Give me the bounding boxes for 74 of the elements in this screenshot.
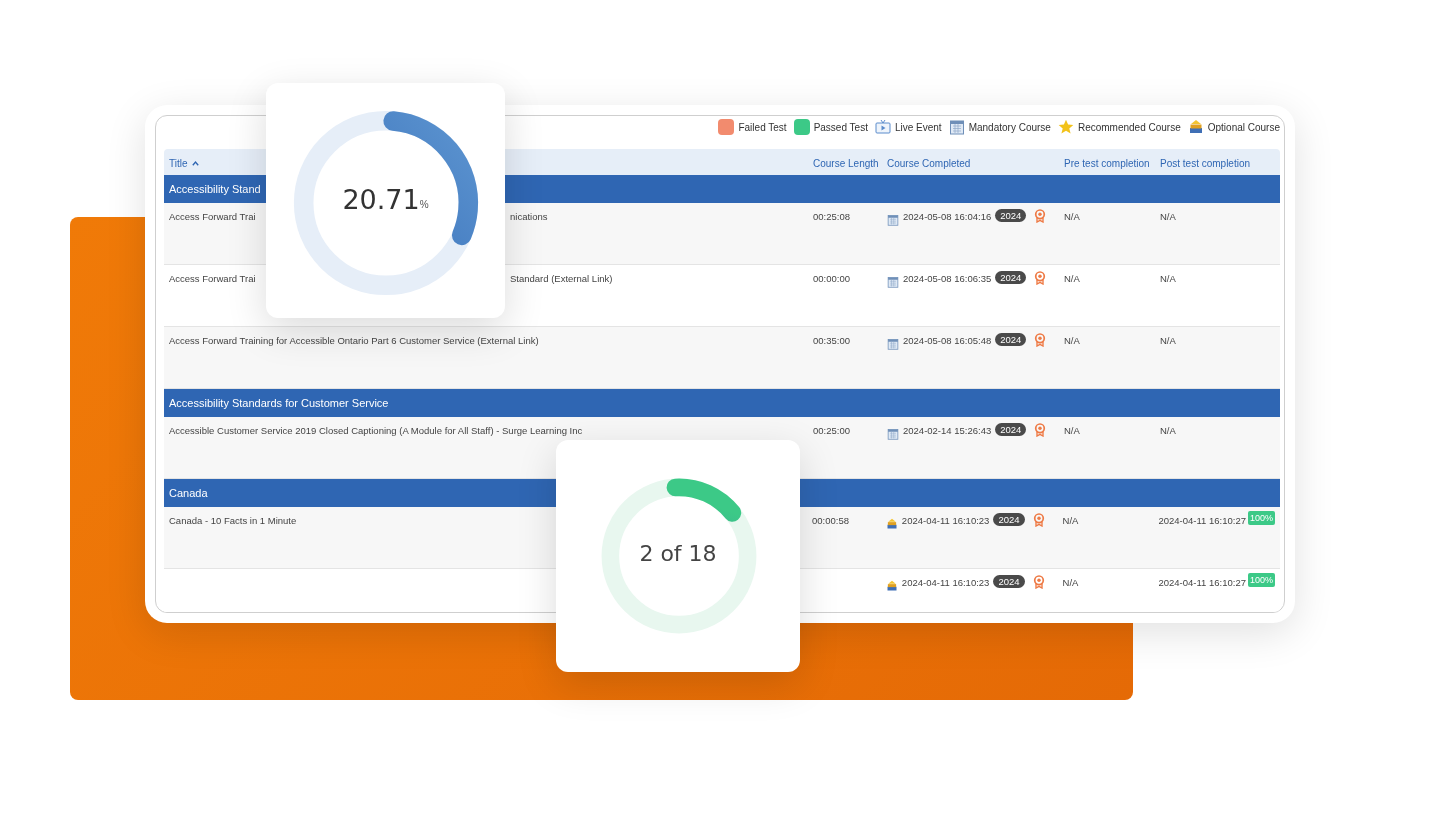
- books-icon: [1187, 119, 1204, 135]
- legend-label: Mandatory Course: [968, 121, 1051, 133]
- completion-date: 2024-02-14 15:26:43: [903, 425, 992, 436]
- column-header[interactable]: Pre test completion: [1064, 158, 1150, 169]
- books-icon: [885, 580, 898, 592]
- caret-icon: [190, 159, 200, 168]
- post-test-value: N/A: [1160, 335, 1176, 346]
- legend-label: Optional Course: [1207, 121, 1280, 133]
- award-ribbon-icon: [1034, 271, 1047, 285]
- course-title: Access Forward Training for Accessible Ontario Part 6 Customer Service (External Link): [169, 335, 539, 346]
- pre-test-value: N/A: [1062, 577, 1079, 588]
- calendar-icon: [948, 119, 965, 135]
- course-title: Canada - 10 Facts in 1 Minute: [169, 515, 297, 526]
- course-title: nications: [510, 211, 548, 222]
- completion-date: 2024-04-11 16:10:23: [901, 515, 990, 526]
- books-icon: [885, 518, 898, 530]
- year-badge: 2024: [995, 271, 1027, 284]
- year-badge: 2024: [993, 575, 1025, 588]
- column-header[interactable]: Title: [169, 158, 200, 169]
- award-ribbon-icon: [1032, 575, 1045, 589]
- score-badge: 100%: [1247, 511, 1275, 525]
- star-icon: [1057, 119, 1074, 135]
- pre-test-value: N/A: [1064, 335, 1080, 346]
- post-test-value: N/A: [1160, 273, 1176, 284]
- legend-label: Passed Test: [813, 121, 868, 133]
- completion-date: 2024-04-11 16:10:23: [901, 577, 990, 588]
- legend-label: Recommended Course: [1077, 121, 1181, 133]
- pre-test-value: N/A: [1064, 273, 1080, 284]
- course-length: 00:00:58: [811, 515, 849, 526]
- calendar-icon: [887, 428, 899, 440]
- course-length: 00:00:00: [813, 273, 850, 284]
- tv-icon: [874, 119, 891, 135]
- course-title: Access Forward Trai: [169, 273, 256, 284]
- award-ribbon-icon: [1032, 513, 1045, 527]
- award-ribbon-icon: [1034, 333, 1047, 347]
- percent-unit: %: [419, 199, 429, 210]
- completion-date: 2024-05-08 16:04:16: [903, 211, 992, 222]
- group-title: Accessibility Standards for Customer Service: [169, 397, 389, 409]
- column-header[interactable]: Course Length: [813, 158, 879, 169]
- pre-test-value: N/A: [1062, 515, 1079, 526]
- pre-test-value: N/A: [1064, 211, 1080, 222]
- year-badge: 2024: [993, 513, 1025, 526]
- passed-swatch-icon: [793, 119, 810, 135]
- completion-date: 2024-05-08 16:05:48: [903, 335, 992, 346]
- course-length: 00:25:08: [813, 211, 850, 222]
- post-test-value: N/A: [1160, 425, 1176, 436]
- year-badge: 2024: [995, 209, 1027, 222]
- percent-value: 20.71: [342, 184, 420, 215]
- year-badge: 2024: [995, 423, 1027, 436]
- calendar-icon: [887, 276, 899, 288]
- year-badge: 2024: [995, 333, 1027, 346]
- course-length: 00:35:00: [813, 335, 850, 346]
- group-title: Accessibility Stand: [169, 183, 261, 195]
- post-test-value: N/A: [1160, 211, 1176, 222]
- course-title: Standard (External Link): [510, 273, 613, 284]
- award-ribbon-icon: [1034, 423, 1047, 437]
- calendar-icon: [887, 338, 899, 350]
- column-header[interactable]: Course Completed: [887, 158, 971, 169]
- course-title: Access Forward Trai: [169, 211, 256, 222]
- legend-label: Failed Test: [738, 121, 787, 133]
- post-test-value: 2024-04-11 16:10:27: [1158, 515, 1246, 526]
- group-title: Canada: [169, 487, 208, 499]
- course-title: Accessible Customer Service 2019 Closed Captioning (A Module for All Staff) - Surge Learning Inc: [169, 425, 583, 436]
- count-value: 2 of 18: [639, 540, 717, 566]
- post-test-value: 2024-04-11 16:10:27: [1158, 577, 1246, 588]
- column-header[interactable]: Post test completion: [1160, 158, 1251, 169]
- course-length: 00:25:00: [813, 425, 850, 436]
- failed-swatch-icon: [718, 119, 735, 135]
- pre-test-value: N/A: [1064, 425, 1080, 436]
- calendar-icon: [887, 214, 899, 226]
- completion-date: 2024-05-08 16:06:35: [903, 273, 992, 284]
- score-badge: 100%: [1247, 573, 1275, 587]
- award-ribbon-icon: [1034, 209, 1047, 223]
- legend-label: Live Event: [894, 121, 942, 133]
